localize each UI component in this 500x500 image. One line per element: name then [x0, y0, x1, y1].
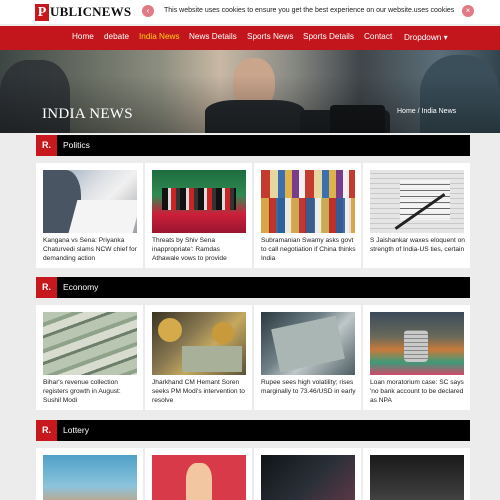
news-card-image[interactable]	[152, 455, 246, 500]
section-badge: R.	[36, 135, 57, 156]
chevron-left-icon[interactable]: ‹	[142, 5, 154, 17]
news-card[interactable]: Loan moratorium case: SC says 'no bank a…	[363, 305, 470, 410]
news-card[interactable]: Jharkhand CM Hemant Soren seeks PM Modi'…	[145, 305, 252, 410]
news-card[interactable]	[36, 448, 143, 500]
news-card[interactable]: Rupee sees high volatility; rises margin…	[254, 305, 361, 410]
section-title[interactable]: Politics	[63, 140, 90, 150]
top-bar: P UBLICNEWS ‹ This website uses cookies …	[0, 0, 500, 24]
section-header-lottery: R. Lottery	[36, 420, 470, 441]
page-title: INDIA NEWS	[42, 106, 133, 122]
news-card-headline[interactable]: Subramanian Swamy asks govt to call nego…	[261, 236, 357, 264]
news-card-image[interactable]	[370, 312, 464, 375]
main-nav: Home debate India News News Details Spor…	[0, 26, 500, 50]
news-card-headline[interactable]: Bihar's revenue collection registers gro…	[43, 378, 139, 406]
news-card[interactable]: S Jaishankar waxes eloquent on strength …	[363, 163, 470, 268]
news-card[interactable]: Subramanian Swamy asks govt to call nego…	[254, 163, 361, 268]
news-card-headline[interactable]: S Jaishankar waxes eloquent on strength …	[370, 236, 466, 254]
news-card[interactable]	[254, 448, 361, 500]
news-card[interactable]: Bihar's revenue collection registers gro…	[36, 305, 143, 410]
nav-sports-news[interactable]: Sports News	[247, 32, 293, 41]
section-header-economy: R. Economy	[36, 277, 470, 298]
news-card-image[interactable]	[152, 170, 246, 233]
close-icon[interactable]: ×	[462, 5, 474, 17]
site-logo[interactable]: P UBLICNEWS	[35, 3, 131, 21]
news-card-image[interactable]	[261, 312, 355, 375]
news-card-image[interactable]	[43, 170, 137, 233]
news-card-headline[interactable]: Kangana vs Sena: Priyanka Chaturvedi sla…	[43, 236, 139, 264]
news-card[interactable]	[363, 448, 470, 500]
news-card[interactable]: Threats by Shiv Sena inappropriate': Ram…	[145, 163, 252, 268]
news-card[interactable]	[145, 448, 252, 500]
news-card-image[interactable]	[152, 312, 246, 375]
section-header-politics: R. Politics	[36, 135, 470, 156]
news-card-image[interactable]	[261, 170, 355, 233]
news-card-headline[interactable]: Threats by Shiv Sena inappropriate': Ram…	[152, 236, 248, 264]
news-card-image[interactable]	[370, 455, 464, 500]
news-card-headline[interactable]: Jharkhand CM Hemant Soren seeks PM Modi'…	[152, 378, 248, 406]
nav-contact[interactable]: Contact	[364, 32, 392, 41]
nav-news-details[interactable]: News Details	[189, 32, 237, 41]
news-card-headline[interactable]: Rupee sees high volatility; rises margin…	[261, 378, 357, 396]
nav-dropdown[interactable]: Dropdown ▾	[404, 32, 448, 42]
nav-debate[interactable]: debate	[104, 32, 129, 41]
news-card-image[interactable]	[43, 312, 137, 375]
section-title[interactable]: Economy	[63, 282, 98, 292]
section-title[interactable]: Lottery	[63, 425, 89, 435]
nav-home[interactable]: Home	[72, 32, 94, 41]
section-badge: R.	[36, 420, 57, 441]
news-card-image[interactable]	[261, 455, 355, 500]
logo-wordmark: UBLICNEWS	[50, 4, 132, 19]
logo-initial: P	[35, 3, 49, 21]
cookie-notice-text: This website uses cookies to ensure you …	[164, 7, 455, 14]
news-card-image[interactable]	[43, 455, 137, 500]
news-card-image[interactable]	[370, 170, 464, 233]
section-badge: R.	[36, 277, 57, 298]
nav-sports-details[interactable]: Sports Details	[303, 32, 354, 41]
news-card[interactable]: Kangana vs Sena: Priyanka Chaturvedi sla…	[36, 163, 143, 268]
news-card-headline[interactable]: Loan moratorium case: SC says 'no bank a…	[370, 378, 466, 406]
nav-india-news[interactable]: India News	[139, 32, 180, 41]
breadcrumb[interactable]: Home / India News	[397, 108, 456, 115]
